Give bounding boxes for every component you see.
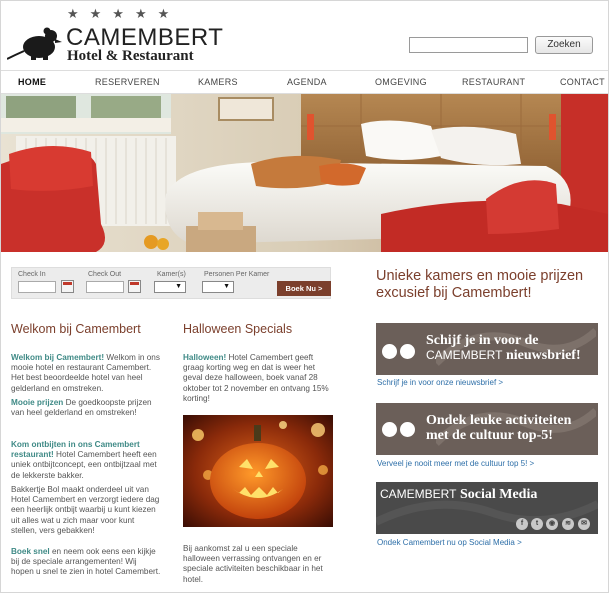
halloween-paragraph-2: Bij aankomst zal u een speciale hallowee… [183,544,323,584]
social-media-box[interactable]: CAMEMBERT Social Media f t ◉ ≋ ✉ [376,482,598,534]
logo-subtitle: Hotel & Restaurant [67,48,194,64]
rss-icon[interactable]: ≋ [562,518,574,530]
search-input[interactable] [409,37,528,53]
welcome-bold-2: Mooie prijzen [11,398,64,407]
hero-image [1,94,608,252]
welcome-paragraph-5: Boek snel en neem ook eens een kijkje bi… [11,547,161,578]
promo-headline: Unieke kamers en mooie prijzen excusief … [376,268,584,301]
welcome-paragraph-4: Bakkertje Bol maakt onderdeel uit van Ho… [11,485,160,535]
booking-bar: Check In Check Out Kamer(s) ▼ Personen P… [11,267,331,299]
welcome-paragraph-1: Welkom bij Camembert! Welkom in ons mooi… [11,353,161,394]
logo[interactable]: ★★★★★ CAMEMBERT Hotel & Restaurant [7,7,223,64]
page: ★★★★★ CAMEMBERT Hotel & Restaurant Zoeke… [0,0,609,593]
calendar-icon[interactable] [61,280,74,293]
newsletter-brand: CAMEMBERT [426,348,503,362]
globe-icon[interactable]: ◉ [546,518,558,530]
nav-home[interactable]: HOME [18,77,46,87]
social-brand: CAMEMBERT [380,487,457,501]
activities-title: Ondek leuke activiteiten met de cultuur … [426,413,571,443]
activities-box[interactable]: Ondek leuke activiteiten met de cultuur … [376,403,598,455]
newsletter-line2: nieuwsbrief! [502,348,581,363]
nav-restaurant[interactable]: RESTAURANT [462,77,525,87]
halloween-paragraph-1: Halloween! Hotel Camembert geeft graag k… [183,353,333,404]
halloween-title: Halloween Specials [183,322,293,336]
halloween-bold-1: Halloween! [183,353,227,362]
newsletter-title: Schijf je in voor de CAMEMBERT nieuwsbri… [426,333,581,363]
hotel-room-illustration [1,94,608,252]
check-in-input[interactable] [18,281,56,293]
email-icon[interactable]: ✉ [578,518,590,530]
calendar-icon[interactable] [128,280,141,293]
newsletter-line1: Schijf je in voor de [426,333,539,348]
twitter-icon[interactable]: t [531,518,543,530]
site-header: ★★★★★ CAMEMBERT Hotel & Restaurant Zoeke… [1,1,608,71]
kamers-select[interactable]: ▼ [154,281,186,293]
star-rating: ★★★★★ [67,7,181,22]
pencil-icon [400,344,415,359]
newsletter-link[interactable]: Schrijf je in voor onze nieuwsbrief > [377,378,503,387]
mouse-icon [7,27,62,60]
personen-select[interactable]: ▼ [202,281,234,293]
social-title-text: Social Media [456,487,538,502]
facebook-icon[interactable]: f [516,518,528,530]
welcome-paragraph-3: Kom ontbijten in ons Camembert restauran… [11,440,161,481]
book-now-button[interactable]: Boek Nu > [277,281,331,296]
personen-label: Personen Per Kamer [204,271,270,278]
welcome-bold-1: Welkom bij Camembert! [11,353,105,362]
main-nav: HOME RESERVEREN KAMERS AGENDA OMGEVING R… [1,70,608,94]
nav-agenda[interactable]: AGENDA [287,77,327,87]
check-in-label: Check In [18,271,46,278]
kamers-label: Kamer(s) [157,271,186,278]
social-media-title: CAMEMBERT Social Media [380,487,537,502]
activities-line2: met de cultuur top-5! [426,428,553,443]
activities-link[interactable]: Verveel je nooit meer met de cultuur top… [377,459,534,468]
nav-reserveren[interactable]: RESERVEREN [95,77,160,87]
welcome-paragraph-2: Mooie prijzen De goedkoopste prijzen van… [11,398,161,418]
nav-contact[interactable]: CONTACT [560,77,605,87]
check-out-label: Check Out [88,271,122,278]
star-icon [382,422,397,437]
social-media-link[interactable]: Ondek Camembert nu op Social Media > [377,538,522,547]
check-out-input[interactable] [86,281,124,293]
pumpkin-image [183,415,333,527]
newsletter-box[interactable]: Schijf je in voor de CAMEMBERT nieuwsbri… [376,323,598,375]
welcome-bold-5: Boek snel [11,547,50,556]
nav-kamers[interactable]: KAMERS [198,77,238,87]
nav-omgeving[interactable]: OMGEVING [375,77,427,87]
search-button[interactable]: Zoeken [535,36,593,54]
activities-line1: Ondek leuke activiteiten [426,413,572,428]
theatre-icon [400,422,415,437]
mail-icon [382,344,397,359]
welcome-title: Welkom bij Camembert [11,322,141,336]
